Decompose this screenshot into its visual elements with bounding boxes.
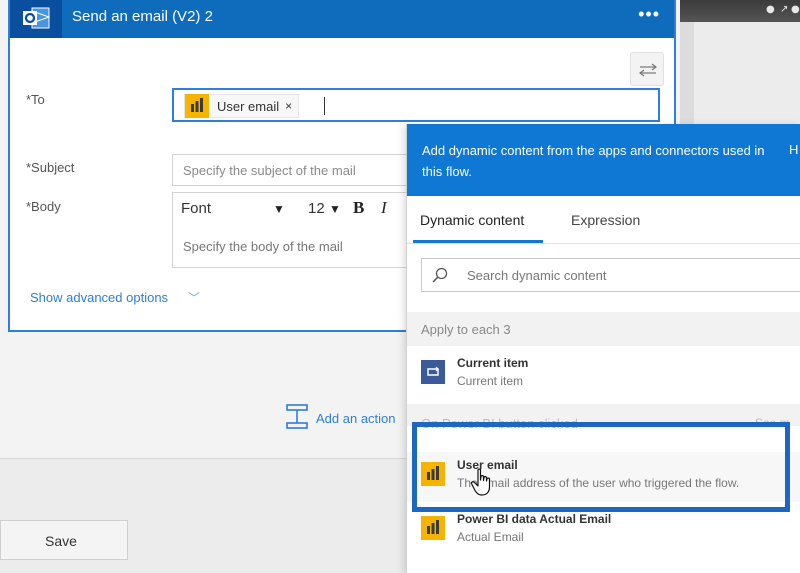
- outlook-icon: [23, 7, 50, 29]
- text-caret: [324, 97, 325, 115]
- subject-input[interactable]: Specify the subject of the mail: [172, 154, 418, 186]
- outlook-tile: [10, 0, 62, 38]
- user-email-token[interactable]: User email ×: [184, 94, 300, 118]
- tab-dynamic-content[interactable]: Dynamic content: [420, 212, 524, 228]
- to-input[interactable]: User email ×: [172, 88, 660, 122]
- token-label: User email: [217, 98, 280, 114]
- to-label: *To: [26, 92, 45, 107]
- overlay-icon: ●: [791, 4, 800, 15]
- switch-input-mode-button[interactable]: [630, 52, 664, 86]
- add-action-icon: [286, 404, 308, 429]
- add-action-label: Add an action: [316, 411, 396, 426]
- item-title: Current item: [457, 356, 529, 370]
- video-overlay-bar: ● ↗ ●: [680, 0, 800, 22]
- power-bi-icon: [185, 94, 209, 118]
- more-options-button[interactable]: •••: [638, 4, 660, 25]
- chevron-down-icon[interactable]: ▼: [329, 202, 341, 216]
- item-title: Power BI data Actual Email: [457, 512, 612, 526]
- search-icon: [432, 267, 448, 283]
- power-bi-icon: [421, 516, 445, 540]
- tab-expression[interactable]: Expression: [571, 212, 640, 228]
- dynamic-item-current-item[interactable]: Current item Current item: [407, 350, 800, 400]
- search-dynamic-content-input[interactable]: Search dynamic content: [421, 258, 800, 292]
- swap-icon: [639, 63, 657, 77]
- card-header[interactable]: Send an email (V2) 2 •••: [10, 0, 674, 38]
- group-header-apply-to-each: Apply to each 3: [407, 312, 800, 346]
- group-title: Apply to each 3: [421, 322, 511, 337]
- body-placeholder: Specify the body of the mail: [183, 239, 343, 254]
- bold-button[interactable]: B: [353, 198, 364, 218]
- card-title[interactable]: Send an email (V2) 2: [72, 8, 213, 25]
- remove-token-icon[interactable]: ×: [285, 99, 298, 113]
- hand-cursor-icon: [470, 468, 491, 496]
- overlay-icon: ●: [766, 4, 775, 15]
- search-placeholder: Search dynamic content: [467, 268, 607, 283]
- subject-placeholder: Specify the subject of the mail: [183, 163, 356, 178]
- save-label: Save: [45, 533, 77, 549]
- hide-flyout-button[interactable]: H: [789, 142, 798, 157]
- tab-divider: [407, 243, 800, 244]
- font-size-select[interactable]: 12: [308, 200, 325, 217]
- flyout-header-text: Add dynamic content from the apps and co…: [422, 143, 765, 179]
- font-select[interactable]: Font: [181, 200, 211, 217]
- item-subtitle: Current item: [457, 374, 524, 388]
- body-label: *Body: [26, 199, 61, 214]
- item-subtitle: Actual Email: [457, 530, 524, 544]
- save-button[interactable]: Save: [0, 520, 128, 560]
- show-advanced-options-link[interactable]: Show advanced options: [30, 290, 168, 305]
- body-editor[interactable]: Font ▼ 12 ▼ B I Specify the body of the …: [172, 192, 418, 268]
- chevron-down-icon[interactable]: ▼: [273, 202, 285, 216]
- tutorial-highlight-box: [412, 422, 790, 512]
- loop-icon: [421, 360, 445, 384]
- subject-label: *Subject: [26, 160, 75, 175]
- overlay-icon: ↗: [780, 4, 789, 15]
- flyout-header: Add dynamic content from the apps and co…: [407, 124, 800, 196]
- chevron-down-icon[interactable]: ﹀: [188, 289, 200, 306]
- dynamic-item-power-bi-actual-email[interactable]: Power BI data Actual Email Actual Email: [407, 506, 800, 556]
- body-toolbar: Font ▼ 12 ▼ B I: [173, 193, 417, 225]
- italic-button[interactable]: I: [381, 198, 387, 218]
